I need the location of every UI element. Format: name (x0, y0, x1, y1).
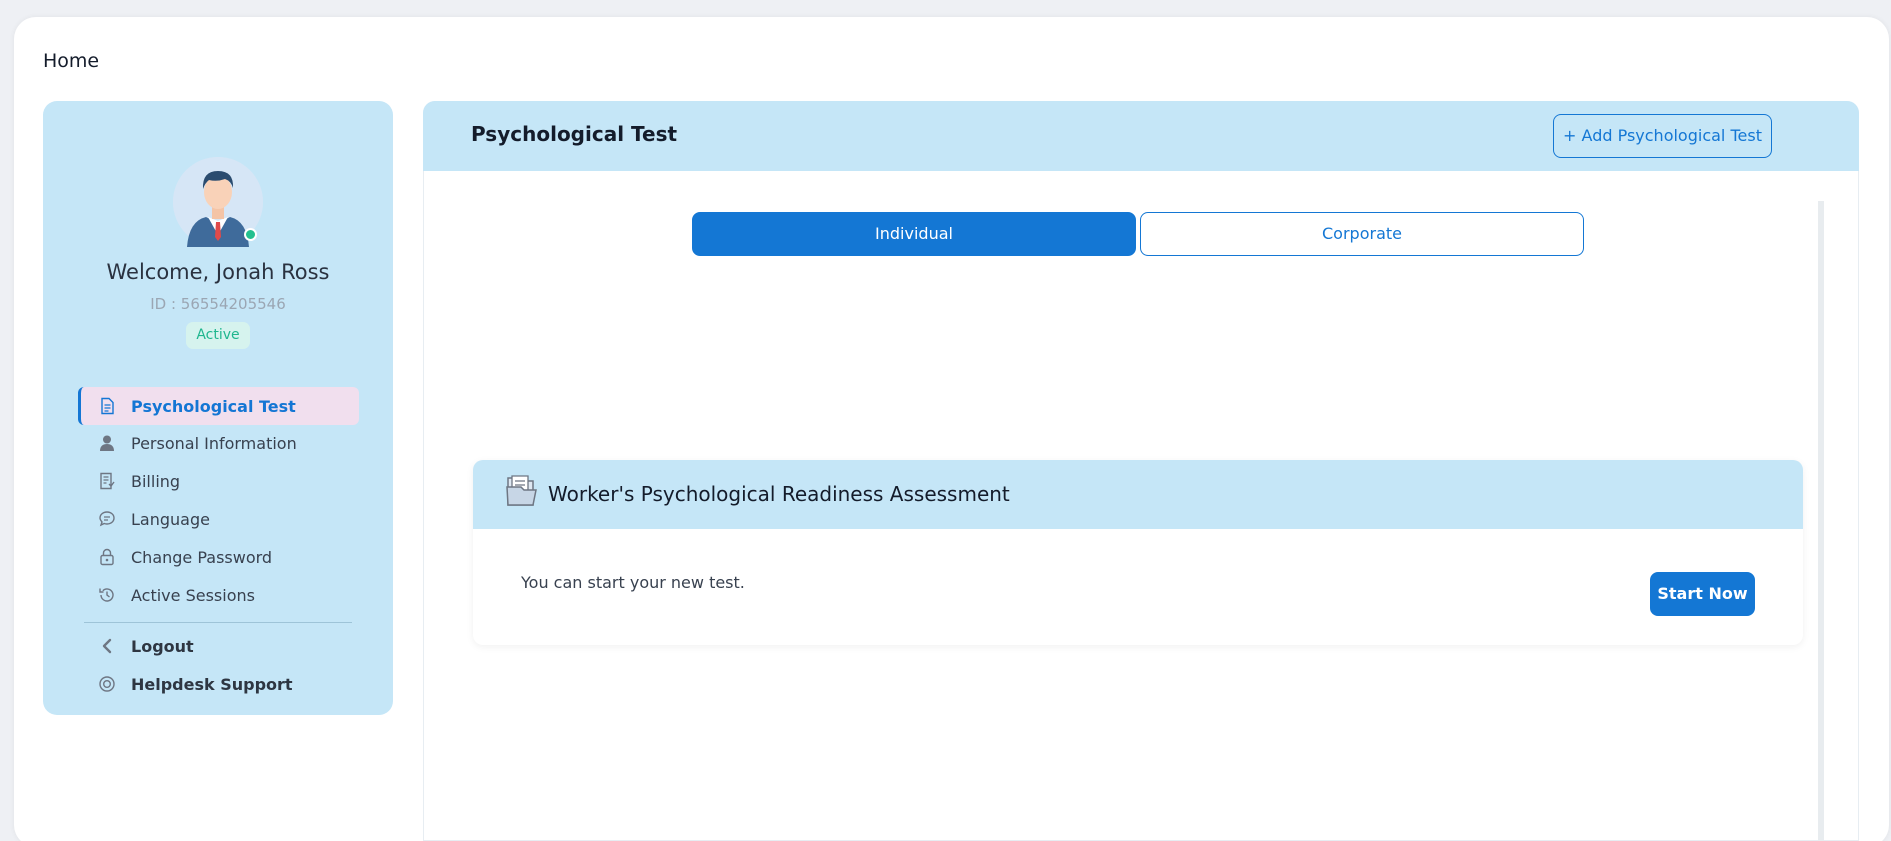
billing-icon (98, 472, 116, 490)
page-title: Home (43, 50, 100, 72)
main-title: Psychological Test (471, 122, 678, 146)
user-id: ID : 56554205546 (150, 295, 286, 313)
history-icon (98, 586, 116, 604)
sidebar-item-psychological-test[interactable]: Psychological Test (78, 387, 359, 425)
sidebar-item-label: Language (131, 509, 210, 529)
sidebar-item-label: Psychological Test (131, 396, 296, 416)
add-psychological-test-button[interactable]: + Add Psychological Test (1553, 114, 1772, 158)
sidebar-item-label: Active Sessions (131, 585, 255, 605)
sidebar-divider (84, 622, 352, 623)
sidebar-item-label: Personal Information (131, 433, 297, 453)
tab-individual[interactable]: Individual (692, 212, 1136, 256)
test-title: Worker's Psychological Readiness Assessm… (548, 482, 1010, 506)
document-icon (98, 397, 116, 415)
sidebar-item-label: Billing (131, 471, 181, 491)
helpdesk-support-button[interactable]: Helpdesk Support (78, 665, 359, 703)
scrollbar[interactable] (1818, 201, 1824, 841)
status-badge: Active (186, 322, 250, 349)
online-status-dot (244, 228, 257, 241)
tab-corporate[interactable]: Corporate (1140, 212, 1584, 256)
support-icon (98, 675, 116, 693)
sidebar-item-personal-information[interactable]: Personal Information (78, 424, 359, 462)
helpdesk-support-label: Helpdesk Support (131, 674, 293, 694)
sidebar-item-language[interactable]: Language (78, 500, 359, 538)
sidebar-item-active-sessions[interactable]: Active Sessions (78, 576, 359, 614)
start-now-button[interactable]: Start Now (1650, 572, 1755, 616)
chat-bubble-icon (98, 510, 116, 528)
welcome-text: Welcome, Jonah Ross (106, 260, 330, 284)
sidebar-item-change-password[interactable]: Change Password (78, 538, 359, 576)
test-description: You can start your new test. (521, 573, 745, 592)
user-icon (98, 434, 116, 452)
lock-icon (98, 548, 116, 566)
chevron-left-icon (98, 637, 116, 655)
folder-document-icon (505, 474, 537, 508)
sidebar-item-billing[interactable]: Billing (78, 462, 359, 500)
logout-label: Logout (131, 636, 194, 656)
sidebar-item-label: Change Password (131, 547, 273, 567)
logout-button[interactable]: Logout (78, 627, 359, 665)
